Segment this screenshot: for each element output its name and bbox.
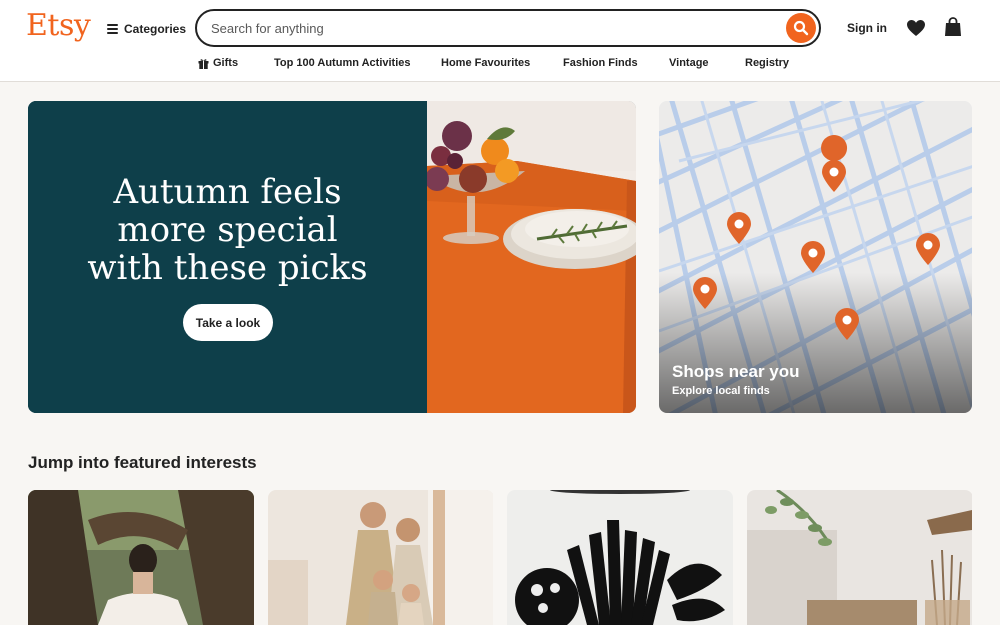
search-bar <box>195 9 821 47</box>
map-pin-icon <box>916 233 940 265</box>
hamburger-icon <box>107 24 118 34</box>
gift-icon <box>198 58 209 69</box>
take-a-look-button[interactable]: Take a look <box>183 304 273 341</box>
nav-item-gifts[interactable]: Gifts <box>198 57 238 69</box>
hero-table-photo <box>427 101 636 413</box>
map-pin-icon <box>835 308 859 340</box>
interest-card-image <box>28 490 254 625</box>
nav-item-home-favourites[interactable]: Home Favourites <box>441 57 530 69</box>
sign-in-link[interactable]: Sign in <box>847 21 887 35</box>
map-pin-icon <box>801 241 825 273</box>
interest-card[interactable] <box>747 490 973 625</box>
nav-item-vintage[interactable]: Vintage <box>669 57 709 69</box>
search-input[interactable] <box>211 19 771 37</box>
hero-title-line: more special <box>117 210 338 250</box>
nav-item-top-100[interactable]: Top 100 Autumn Activities <box>274 57 411 69</box>
nav-item-label: Gifts <box>213 57 239 69</box>
categories-button[interactable]: Categories <box>107 20 186 38</box>
search-button[interactable] <box>786 13 816 43</box>
featured-interests-title: Jump into featured interests <box>28 453 257 472</box>
map-pin-icon <box>822 160 846 192</box>
categories-label: Categories <box>124 22 187 36</box>
top-nav: Gifts Top 100 Autumn Activities Home Fav… <box>0 57 1000 73</box>
map-pin-icon <box>821 135 848 161</box>
interest-card[interactable] <box>507 490 733 625</box>
heart-icon[interactable] <box>906 19 926 37</box>
nav-item-registry[interactable]: Registry <box>745 57 789 69</box>
interest-card-image <box>507 490 733 625</box>
shopping-bag-icon[interactable] <box>944 17 962 37</box>
map-pin-icon <box>693 277 717 309</box>
hero-banner[interactable]: Autumn feels more special with these pic… <box>28 101 636 413</box>
interest-card[interactable] <box>28 490 254 625</box>
etsy-logo[interactable]: Etsy <box>26 8 91 43</box>
hero-title: Autumn feels more special with these pic… <box>28 173 427 287</box>
interest-card-image <box>268 490 493 625</box>
hero-text-panel: Autumn feels more special with these pic… <box>28 101 427 413</box>
interest-card-image <box>747 490 972 625</box>
shops-subtitle: Explore local finds <box>672 385 770 397</box>
shops-title: Shops near you <box>672 362 800 381</box>
hero-title-line: with these picks <box>87 248 368 288</box>
site-header: Etsy Categories Sign in Gifts <box>0 0 1000 82</box>
search-icon <box>793 20 809 36</box>
map-pin-icon <box>727 212 751 244</box>
shops-near-you-card[interactable]: Shops near you Explore local finds <box>659 101 972 413</box>
nav-item-fashion-finds[interactable]: Fashion Finds <box>563 57 638 69</box>
hero-title-line: Autumn feels <box>113 172 342 212</box>
interest-card[interactable] <box>268 490 494 625</box>
